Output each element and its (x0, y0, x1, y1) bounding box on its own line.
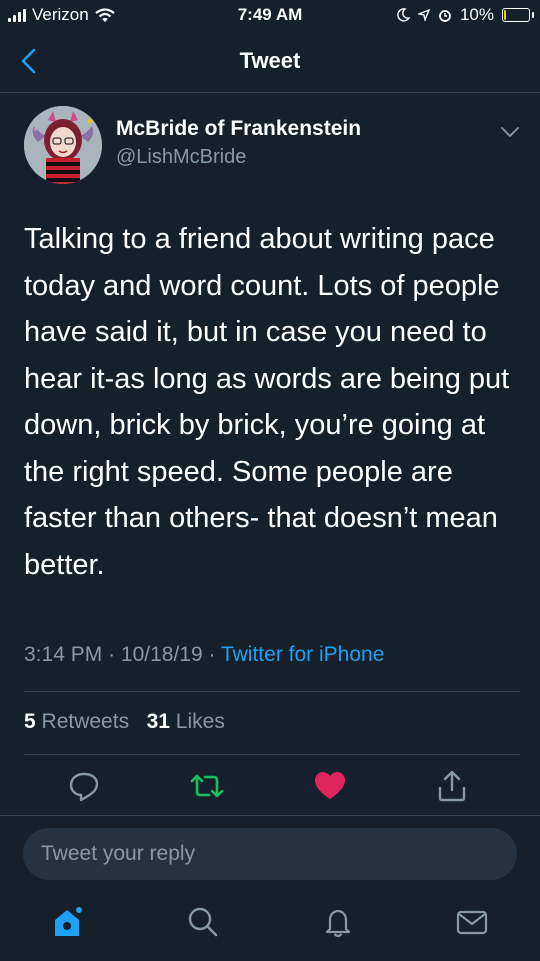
svg-text:✦: ✦ (32, 125, 39, 134)
tweet-date: 10/18/19 (120, 643, 203, 666)
chevron-down-icon[interactable] (500, 124, 520, 140)
likes-label: Likes (175, 710, 225, 733)
like-button[interactable] (312, 768, 348, 804)
tweet-text: Talking to a friend about writing pace t… (24, 223, 510, 581)
location-icon (417, 9, 430, 21)
share-button[interactable] (434, 768, 470, 804)
alarm-icon (439, 10, 451, 22)
status-bar: Verizon 7:49 AM 10% (0, 0, 540, 32)
svg-text:★: ★ (86, 117, 94, 127)
retweets-stat[interactable]: 5 Retweets (24, 710, 129, 733)
tab-messages[interactable] (455, 905, 489, 939)
reply-input[interactable] (23, 828, 517, 880)
avatar[interactable]: ★ ✦ (24, 106, 102, 184)
divider (24, 691, 520, 692)
retweets-count: 5 (24, 710, 36, 733)
moon-icon (397, 8, 410, 22)
likes-count: 31 (146, 710, 170, 733)
tweet-stats: 5 Retweets 31 Likes (24, 710, 225, 734)
nav-header: Tweet (0, 32, 540, 93)
tweet-meta: 3:14 PM · 10/18/19 · Twitter for iPhone (24, 643, 384, 667)
tweet-time: 3:14 PM (24, 643, 103, 666)
reply-bar (0, 815, 540, 961)
page-title: Tweet (239, 48, 301, 73)
tweet-source-link[interactable]: Twitter for iPhone (221, 643, 384, 666)
divider (24, 754, 520, 755)
battery-level (504, 10, 506, 20)
status-right: 10% (396, 5, 534, 25)
battery-percent: 10% (459, 5, 494, 24)
tab-notifications[interactable] (321, 905, 355, 939)
reply-button[interactable] (66, 768, 102, 804)
likes-stat[interactable]: 31 Likes (147, 710, 225, 733)
author-handle[interactable]: @LishMcBride (116, 146, 246, 169)
retweet-button[interactable] (189, 768, 225, 804)
retweets-label: Retweets (41, 710, 130, 733)
meta-separator: · (108, 643, 116, 666)
author-name[interactable]: McBride of Frankenstein (116, 117, 361, 141)
tab-search[interactable] (186, 905, 220, 939)
tab-home[interactable] (50, 905, 84, 939)
battery-icon (502, 8, 534, 22)
meta-separator: · (208, 643, 216, 666)
avatar-illustration: ★ ✦ (24, 106, 102, 184)
tweet-actions (0, 768, 540, 808)
